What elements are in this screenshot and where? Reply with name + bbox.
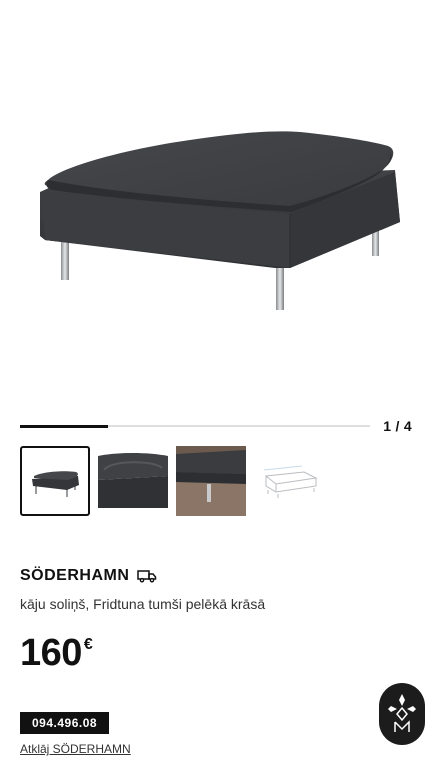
truck-icon: [137, 570, 157, 583]
thumbnail-strip: [20, 446, 324, 516]
gallery-progress-bar: [20, 424, 370, 428]
product-hero-image[interactable]: [0, 0, 440, 400]
gallery-counter: 1 / 4: [383, 418, 412, 434]
thumbnail-footstool[interactable]: [20, 446, 90, 516]
thumbnail-footstool-image: [32, 471, 79, 497]
gallery-progress-fill: [20, 424, 108, 428]
article-number-badge: 094.496.08: [20, 712, 110, 734]
product-name: SÖDERHAMN: [20, 567, 130, 584]
product-title-row: SÖDERHAMN: [20, 567, 157, 585]
assistant-button[interactable]: [379, 683, 425, 745]
diamond-logo-icon: [388, 694, 416, 732]
footstool-image: [40, 131, 400, 310]
price-amount: 160: [20, 632, 82, 674]
product-price: 160 €: [20, 632, 93, 674]
thumbnail-leg-image: [176, 446, 246, 516]
product-description: kāju soliņš, Fridtuna tumši pelēkā krāsā: [20, 596, 266, 612]
thumbnail-dimensions[interactable]: [254, 446, 324, 516]
thumbnail-dimensions-image: [254, 446, 324, 516]
thumbnail-leg-detail[interactable]: [176, 446, 246, 516]
open-product-link[interactable]: Atklāj SÖDERHAMN: [20, 742, 131, 756]
thumbnail-cushion-image: [98, 446, 168, 516]
thumbnail-cushion-detail[interactable]: [98, 446, 168, 516]
price-currency: €: [83, 636, 93, 653]
